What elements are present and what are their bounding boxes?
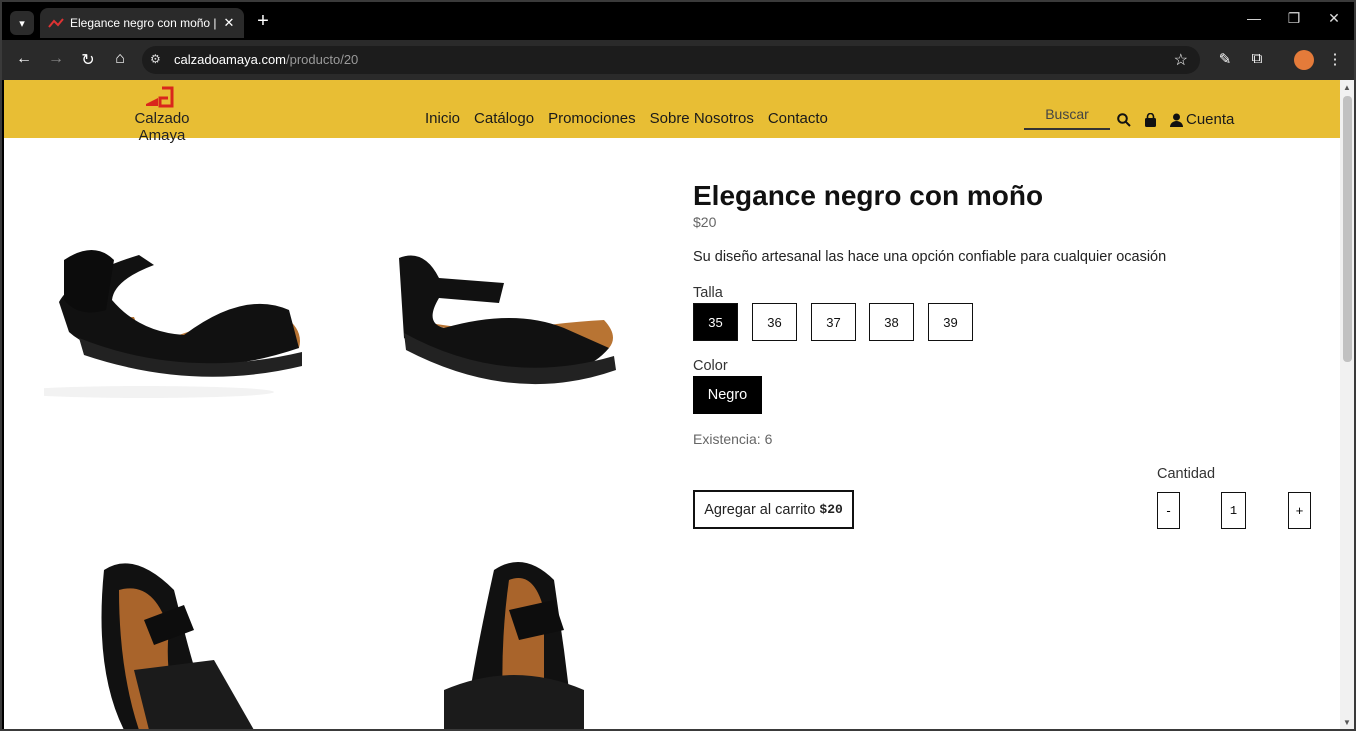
user-icon: [1170, 113, 1183, 127]
quantity-input[interactable]: [1221, 492, 1246, 529]
add-to-cart-price: $20: [819, 502, 843, 517]
size-label: Talla: [693, 285, 723, 301]
product-image-front-left[interactable]: [64, 550, 344, 729]
size-option-37[interactable]: 37: [811, 303, 856, 341]
active-tab[interactable]: Elegance negro con moño | Cal: ✕: [40, 8, 244, 38]
main-nav: Inicio Catálogo Promociones Sobre Nosotr…: [425, 110, 828, 127]
pen-extension-icon[interactable]: ✎: [1214, 50, 1236, 68]
brand-logo[interactable]: Calzado Amaya: [112, 86, 212, 144]
product-price: $20: [693, 214, 717, 230]
size-option-38[interactable]: 38: [869, 303, 914, 341]
profile-avatar[interactable]: [1294, 50, 1314, 70]
account-label: Cuenta: [1186, 111, 1235, 128]
logo-mark-icon: [146, 86, 174, 108]
browser-window: ▾ Elegance negro con moño | Cal: ✕ + — ❐…: [0, 0, 1356, 731]
quantity-increase-button[interactable]: +: [1288, 492, 1311, 529]
shopping-bag-icon[interactable]: [1144, 113, 1157, 127]
page-scrollbar[interactable]: ▲ ▼: [1340, 80, 1354, 729]
home-icon[interactable]: ⌂: [110, 50, 130, 68]
account-link[interactable]: Cuenta: [1170, 111, 1234, 128]
tab-strip: ▾ Elegance negro con moño | Cal: ✕ + — ❐…: [2, 2, 1354, 42]
scrollbar-thumb[interactable]: [1343, 96, 1352, 362]
extensions-puzzle-icon[interactable]: ⧉: [1246, 50, 1268, 67]
color-option-negro[interactable]: Negro: [693, 376, 762, 414]
tab-title: Elegance negro con moño | Cal:: [70, 16, 220, 30]
search-input[interactable]: [1024, 100, 1110, 130]
nav-item-sobre-nosotros[interactable]: Sobre Nosotros: [650, 110, 754, 127]
site-info-icon[interactable]: ⚙: [150, 52, 161, 66]
add-to-cart-button[interactable]: Agregar al carrito $20: [693, 490, 854, 529]
scroll-down-icon[interactable]: ▼: [1343, 718, 1351, 727]
url-text[interactable]: calzadoamaya.com/producto/20: [174, 52, 358, 67]
product-image-side-right[interactable]: [384, 228, 664, 428]
forward-icon[interactable]: →: [46, 50, 66, 68]
quantity-label: Cantidad: [1157, 466, 1216, 482]
product-title: Elegance negro con moño: [693, 180, 1044, 211]
product-description: Su diseño artesanal las hace una opción …: [693, 249, 1167, 265]
search-icon[interactable]: [1117, 113, 1131, 127]
brand-name: Calzado Amaya: [134, 110, 190, 144]
size-option-36[interactable]: 36: [752, 303, 797, 341]
size-option-39[interactable]: 39: [928, 303, 973, 341]
add-to-cart-label: Agregar al carrito: [704, 501, 816, 518]
tab-close-icon[interactable]: ✕: [220, 15, 238, 31]
color-label: Color: [693, 358, 728, 374]
product-image-side-left[interactable]: [44, 220, 324, 420]
nav-item-contacto[interactable]: Contacto: [768, 110, 828, 127]
size-option-35[interactable]: 35: [693, 303, 738, 341]
new-tab-button[interactable]: +: [252, 10, 274, 33]
tab-search-button[interactable]: ▾: [10, 11, 34, 35]
product-image-front-right[interactable]: [424, 550, 704, 729]
back-icon[interactable]: ←: [14, 50, 34, 68]
address-bar[interactable]: ⚙ calzadoamaya.com/producto/20 ☆: [142, 46, 1200, 74]
stock-status: Existencia: 6: [693, 431, 773, 447]
quantity-decrease-button[interactable]: -: [1157, 492, 1180, 529]
nav-item-inicio[interactable]: Inicio: [425, 110, 460, 127]
restore-icon[interactable]: ❐: [1284, 10, 1304, 27]
bookmark-star-icon[interactable]: ☆: [1174, 50, 1188, 70]
site-favicon-icon: [48, 18, 64, 28]
browser-menu-icon[interactable]: ⋮: [1324, 50, 1346, 68]
nav-item-catalogo[interactable]: Catálogo: [474, 110, 534, 127]
minimize-icon[interactable]: —: [1244, 10, 1264, 26]
browser-toolbar: ← → ↻ ⌂ ⚙ calzadoamaya.com/producto/20 ☆…: [2, 40, 1354, 80]
nav-item-promociones[interactable]: Promociones: [548, 110, 636, 127]
reload-icon[interactable]: ↻: [78, 50, 98, 70]
scroll-up-icon[interactable]: ▲: [1343, 83, 1351, 92]
site-header: Calzado Amaya Inicio Catálogo Promocione…: [4, 80, 1340, 144]
web-page: Calzado Amaya Inicio Catálogo Promocione…: [4, 80, 1340, 729]
close-window-icon[interactable]: ✕: [1324, 10, 1344, 27]
